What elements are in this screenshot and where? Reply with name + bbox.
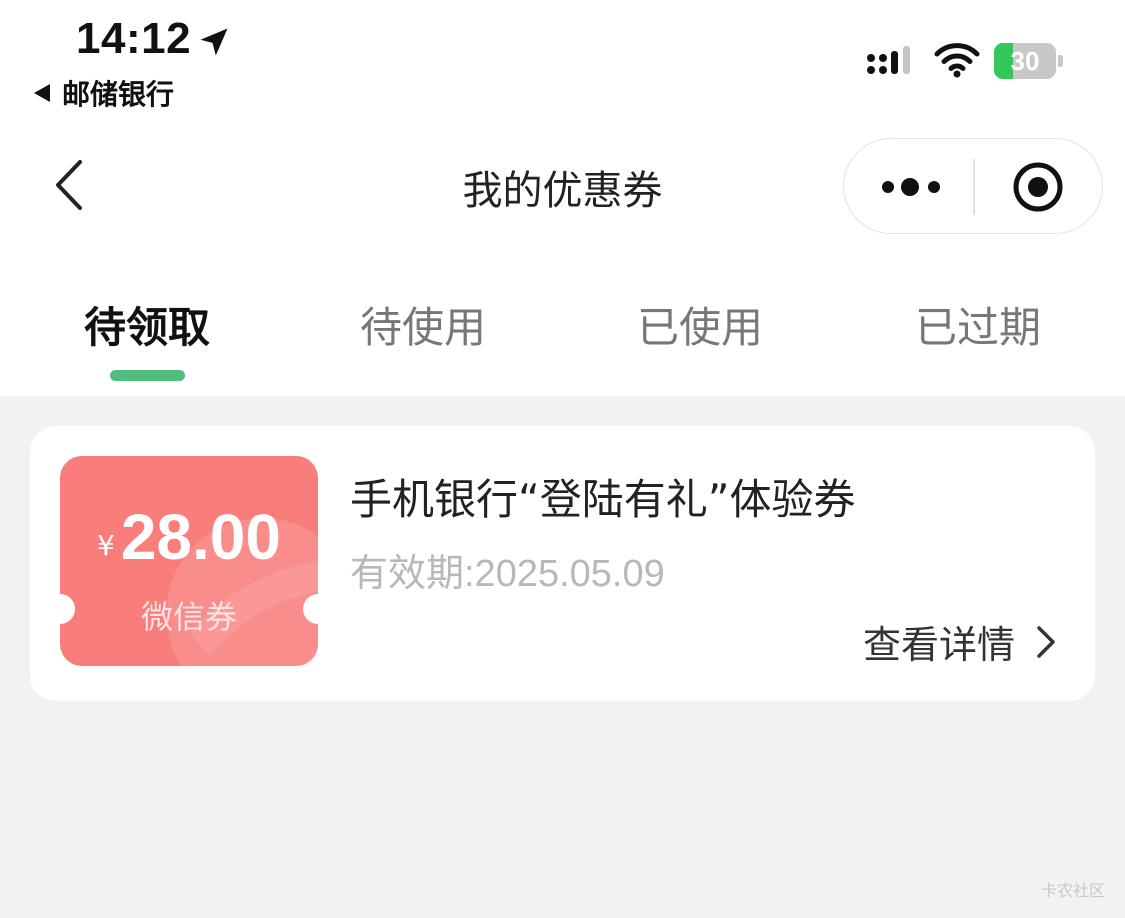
tab-to-use[interactable]: 待使用 [323, 294, 523, 355]
coupon-title: 手机银行“登陆有礼”体验券 [350, 475, 856, 524]
coupon-validity: 有效期:2025.05.09 [350, 553, 665, 595]
battery-body: 30 [994, 43, 1056, 79]
status-time: 14:12 [76, 14, 192, 63]
coupon-amount: 28.00 [120, 501, 281, 573]
tab-expired[interactable]: 已过期 [878, 294, 1078, 355]
location-arrow-icon [200, 28, 228, 56]
battery-level: 30 [1010, 45, 1040, 76]
coupon-type: 微信券 [140, 598, 237, 636]
watermark: 卡农社区 [1040, 881, 1105, 900]
mini-program-capsule [843, 138, 1103, 234]
coupon-amount-row: ¥28.00 [60, 500, 318, 574]
view-details-button[interactable]: 查看详情 [863, 614, 1059, 669]
tab-used[interactable]: 已使用 [600, 294, 800, 355]
tab-to-claim[interactable]: 待领取 [47, 294, 247, 355]
battery-icon: 30 [994, 43, 1064, 79]
cellular-signal-icon [867, 46, 910, 74]
chevron-right-icon [1037, 625, 1055, 658]
coupon-card[interactable]: ¥28.00 微信券 手机银行“登陆有礼”体验券 有效期:2025.05.09 … [30, 426, 1095, 701]
wifi-icon [934, 43, 980, 78]
back-triangle-icon [34, 84, 50, 102]
back-to-app-button[interactable]: 邮储银行 [34, 76, 175, 111]
capsule-divider [973, 159, 975, 215]
active-tab-indicator [110, 370, 185, 381]
target-circle-icon[interactable] [1010, 159, 1066, 215]
currency-symbol: ¥ [97, 529, 115, 562]
back-app-label: 邮储银行 [62, 78, 175, 111]
battery-tip [1058, 55, 1063, 67]
coupon-ticket: ¥28.00 微信券 [60, 456, 318, 666]
more-dots-icon[interactable] [880, 169, 946, 205]
view-details-label: 查看详情 [862, 623, 1015, 667]
